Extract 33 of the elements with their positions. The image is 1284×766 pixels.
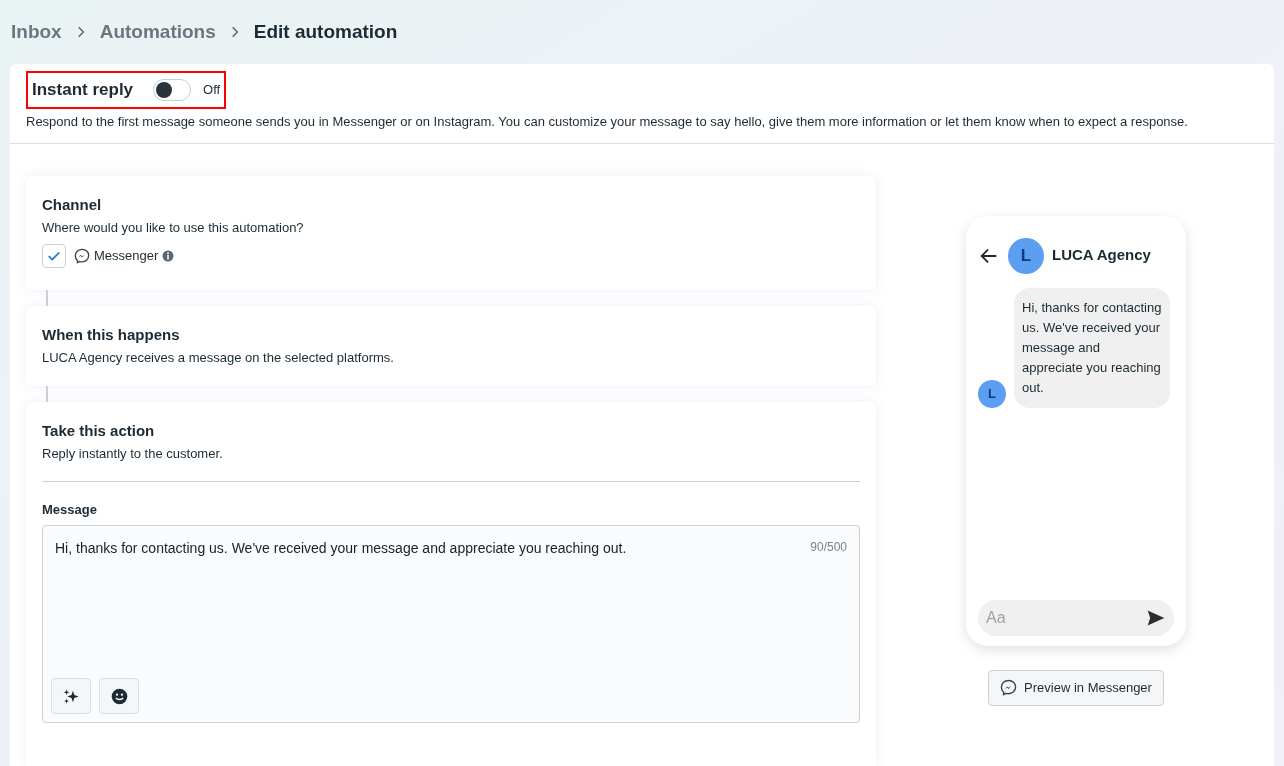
ai-sparkle-button[interactable] bbox=[51, 678, 91, 714]
emoji-button[interactable] bbox=[99, 678, 139, 714]
input-placeholder: Aa bbox=[986, 607, 1006, 628]
card-subtitle: LUCA Agency receives a message on the selected platforms. bbox=[42, 349, 395, 367]
message-input[interactable]: Aa bbox=[978, 599, 1174, 636]
message-text: Hi, thanks for contacting us. We've received your message and appreciate you reaching out. bbox=[55, 539, 627, 558]
card-subtitle: Where would you like to use this automation? bbox=[42, 219, 305, 237]
info-icon[interactable] bbox=[162, 249, 175, 262]
message-field[interactable]: Hi, thanks for contacting us. We've received your message and appreciate you reaching out. 90/500 bbox=[42, 525, 860, 723]
toggle-switch[interactable] bbox=[153, 78, 192, 101]
avatar: L bbox=[1008, 237, 1044, 274]
card-title: Channel bbox=[42, 194, 103, 215]
card-title: Take this action bbox=[42, 420, 156, 441]
card-subtitle: Reply instantly to the customer. bbox=[42, 444, 860, 482]
breadcrumb-item: Edit automation bbox=[253, 19, 398, 44]
sparkle-icon bbox=[62, 687, 80, 705]
field-label: Message bbox=[42, 500, 98, 519]
preview-button[interactable]: Preview in Messenger bbox=[988, 669, 1164, 706]
card-title: When this happens bbox=[42, 324, 181, 345]
messenger-icon bbox=[1000, 679, 1018, 696]
option-label: Messenger bbox=[94, 246, 159, 265]
section-title: Instant reply bbox=[32, 79, 134, 101]
avatar: L bbox=[978, 379, 1006, 408]
smiley-icon bbox=[110, 687, 128, 705]
breadcrumb-item[interactable]: Inbox bbox=[11, 17, 62, 47]
breadcrumb-item[interactable]: Automations bbox=[99, 17, 216, 47]
character-counter: 90/500 bbox=[810, 539, 847, 556]
checkbox[interactable] bbox=[42, 243, 66, 268]
contact-name: LUCA Agency bbox=[1052, 245, 1151, 266]
message-bubble: Hi, thanks for contacting us. We've received your message and appreciate you reaching out. bbox=[1014, 287, 1170, 408]
toggle-label: Off bbox=[203, 81, 221, 99]
description-text: Respond to the first message someone sends you in Messenger or on Instagram. You can customize your message to say hello, give them more information or let them know when to expect a response. bbox=[26, 112, 1189, 131]
messenger-icon bbox=[74, 247, 90, 264]
